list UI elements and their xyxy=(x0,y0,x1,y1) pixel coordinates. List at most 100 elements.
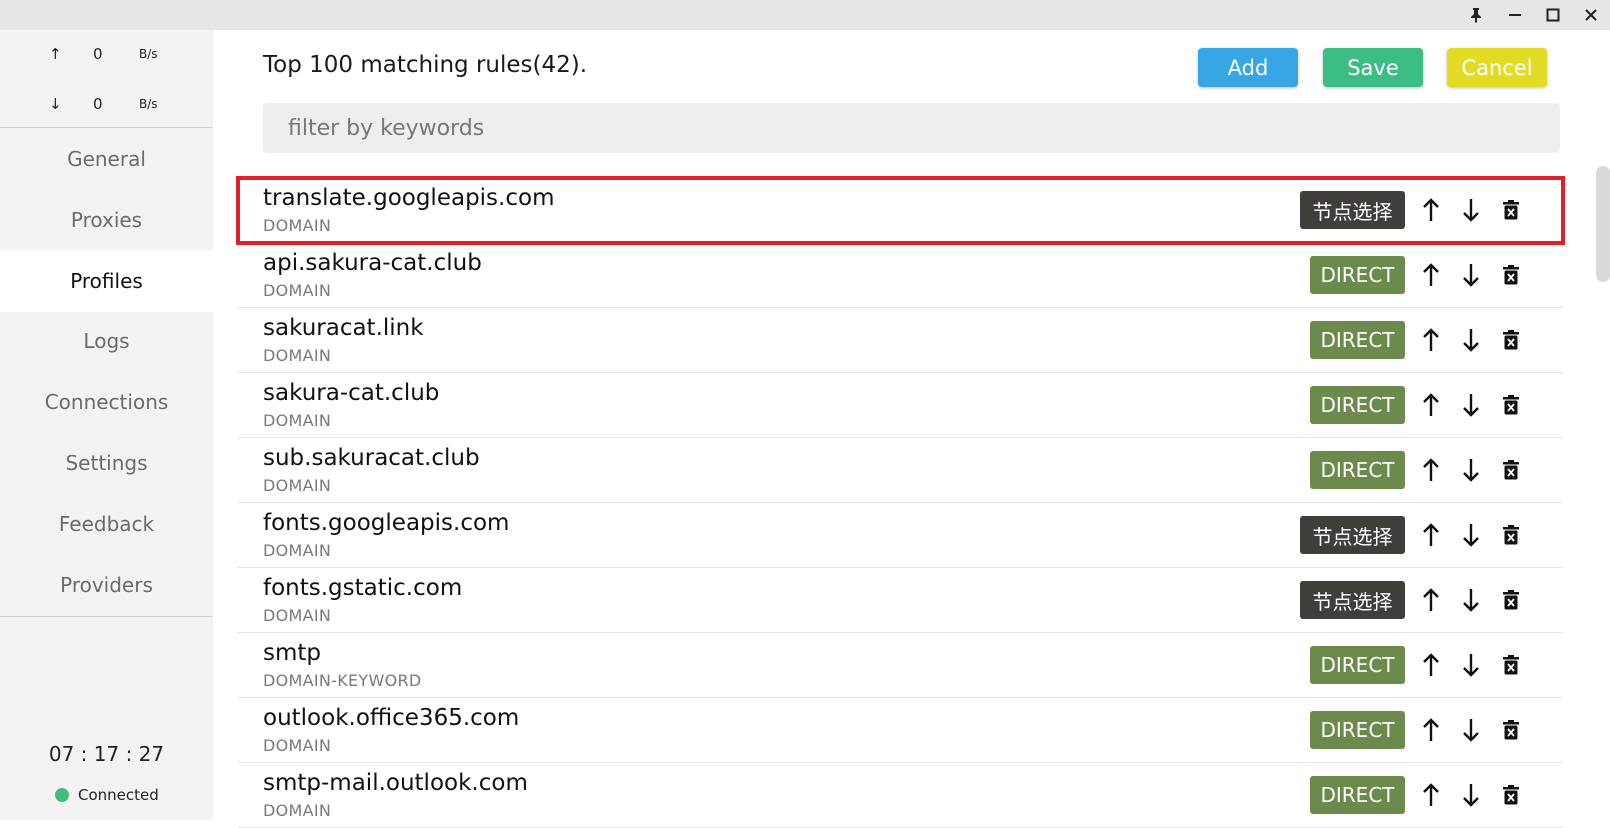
move-up-icon[interactable] xyxy=(1417,781,1445,809)
download-arrow-icon: ↓ xyxy=(49,95,62,113)
rule-payload: sakura-cat.club xyxy=(263,380,440,406)
sidebar-item-feedback[interactable]: Feedback xyxy=(0,493,213,555)
move-up-icon[interactable] xyxy=(1417,196,1445,224)
rule-policy-badge[interactable]: 节点选择 xyxy=(1300,581,1405,619)
delete-icon[interactable] xyxy=(1497,651,1525,679)
close-icon[interactable] xyxy=(1579,3,1603,27)
move-up-icon[interactable] xyxy=(1417,521,1445,549)
rule-payload: fonts.googleapis.com xyxy=(263,510,510,536)
delete-icon[interactable] xyxy=(1497,326,1525,354)
sidebar: ↑ 0 B/s ↓ 0 B/s General Proxies Profiles… xyxy=(0,30,213,820)
rule-type: DOMAIN xyxy=(263,801,332,820)
sidebar-item-proxies[interactable]: Proxies xyxy=(0,189,213,251)
sidebar-item-profiles[interactable]: Profiles xyxy=(0,250,213,312)
connection-status: Connected xyxy=(55,784,159,806)
delete-icon[interactable] xyxy=(1497,716,1525,744)
delete-icon[interactable] xyxy=(1497,261,1525,289)
move-up-icon[interactable] xyxy=(1417,456,1445,484)
rule-policy-badge[interactable]: DIRECT xyxy=(1310,776,1405,814)
rule-policy-badge[interactable]: DIRECT xyxy=(1310,451,1405,489)
rule-policy-badge[interactable]: 节点选择 xyxy=(1300,191,1405,229)
clock: 07 : 17 : 27 xyxy=(48,742,165,766)
rule-row[interactable]: smtp-mail.outlook.com DOMAIN DIRECT xyxy=(238,763,1563,828)
delete-icon[interactable] xyxy=(1497,391,1525,419)
sidebar-item-logs[interactable]: Logs xyxy=(0,310,213,372)
rule-payload: translate.googleapis.com xyxy=(263,185,555,211)
rule-policy-badge[interactable]: DIRECT xyxy=(1310,321,1405,359)
sidebar-item-settings[interactable]: Settings xyxy=(0,432,213,494)
rule-policy-badge[interactable]: DIRECT xyxy=(1310,386,1405,424)
status-dot-icon xyxy=(55,788,69,802)
save-button[interactable]: Save xyxy=(1323,48,1423,87)
sidebar-item-connections[interactable]: Connections xyxy=(0,371,213,433)
maximize-icon[interactable] xyxy=(1541,3,1565,27)
move-down-icon[interactable] xyxy=(1457,716,1485,744)
add-button[interactable]: Add xyxy=(1198,48,1298,87)
move-up-icon[interactable] xyxy=(1417,326,1445,354)
rule-row[interactable]: fonts.googleapis.com DOMAIN 节点选择 xyxy=(238,503,1563,568)
rule-type: DOMAIN-KEYWORD xyxy=(263,671,422,690)
move-up-icon[interactable] xyxy=(1417,586,1445,614)
delete-icon[interactable] xyxy=(1497,456,1525,484)
main-panel: Top 100 matching rules(42). Add Save Can… xyxy=(213,30,1610,828)
rule-payload: fonts.gstatic.com xyxy=(263,575,463,601)
rule-payload: smtp xyxy=(263,640,322,666)
rule-policy-badge[interactable]: 节点选择 xyxy=(1300,516,1405,554)
move-up-icon[interactable] xyxy=(1417,651,1445,679)
upload-unit: B/s xyxy=(139,47,158,61)
move-down-icon[interactable] xyxy=(1457,261,1485,289)
sidebar-item-general[interactable]: General xyxy=(0,128,213,190)
rule-type: DOMAIN xyxy=(263,606,332,625)
move-up-icon[interactable] xyxy=(1417,716,1445,744)
move-down-icon[interactable] xyxy=(1457,586,1485,614)
rule-type: DOMAIN xyxy=(263,411,332,430)
move-up-icon[interactable] xyxy=(1417,391,1445,419)
download-speed: ↓ 0 B/s xyxy=(0,95,213,115)
rule-type: DOMAIN xyxy=(263,476,332,495)
move-up-icon[interactable] xyxy=(1417,261,1445,289)
upload-speed: ↑ 0 B/s xyxy=(0,45,213,65)
rule-payload: outlook.office365.com xyxy=(263,705,520,731)
move-down-icon[interactable] xyxy=(1457,391,1485,419)
delete-icon[interactable] xyxy=(1497,781,1525,809)
delete-icon[interactable] xyxy=(1497,196,1525,224)
rule-policy-badge[interactable]: DIRECT xyxy=(1310,646,1405,684)
rule-payload: smtp-mail.outlook.com xyxy=(263,770,528,796)
pin-icon[interactable] xyxy=(1464,3,1488,27)
move-down-icon[interactable] xyxy=(1457,456,1485,484)
rule-row[interactable]: smtp DOMAIN-KEYWORD DIRECT xyxy=(238,633,1563,698)
move-down-icon[interactable] xyxy=(1457,651,1485,679)
sidebar-item-providers[interactable]: Providers xyxy=(0,554,213,616)
status-label: Connected xyxy=(78,786,159,804)
rule-policy-badge[interactable]: DIRECT xyxy=(1310,256,1405,294)
rule-policy-badge[interactable]: DIRECT xyxy=(1310,711,1405,749)
rule-type: DOMAIN xyxy=(263,346,332,365)
rule-payload: api.sakura-cat.club xyxy=(263,250,482,276)
delete-icon[interactable] xyxy=(1497,586,1525,614)
move-down-icon[interactable] xyxy=(1457,521,1485,549)
rule-row[interactable]: fonts.gstatic.com DOMAIN 节点选择 xyxy=(238,568,1563,633)
rule-row[interactable]: translate.googleapis.com DOMAIN 节点选择 xyxy=(236,176,1565,245)
rule-row[interactable]: api.sakura-cat.club DOMAIN DIRECT xyxy=(238,243,1563,308)
move-down-icon[interactable] xyxy=(1457,326,1485,354)
rule-payload: sakuracat.link xyxy=(263,315,424,341)
rule-row[interactable]: sakuracat.link DOMAIN DIRECT xyxy=(238,308,1563,373)
rule-payload: sub.sakuracat.club xyxy=(263,445,480,471)
search-input[interactable] xyxy=(263,103,1560,153)
rule-type: DOMAIN xyxy=(263,541,332,560)
rule-row[interactable]: sakura-cat.club DOMAIN DIRECT xyxy=(238,373,1563,438)
page-title: Top 100 matching rules(42). xyxy=(263,52,588,78)
rule-row[interactable]: outlook.office365.com DOMAIN DIRECT xyxy=(238,698,1563,763)
rule-row[interactable]: sub.sakuracat.club DOMAIN DIRECT xyxy=(238,438,1563,503)
rule-type: DOMAIN xyxy=(263,216,332,235)
sidebar-divider xyxy=(0,616,213,617)
download-unit: B/s xyxy=(139,97,158,111)
minimize-icon[interactable] xyxy=(1503,3,1527,27)
move-down-icon[interactable] xyxy=(1457,196,1485,224)
upload-arrow-icon: ↑ xyxy=(49,45,62,63)
delete-icon[interactable] xyxy=(1497,521,1525,549)
move-down-icon[interactable] xyxy=(1457,781,1485,809)
cancel-button[interactable]: Cancel xyxy=(1447,48,1547,87)
scrollbar[interactable] xyxy=(1596,166,1610,282)
title-bar xyxy=(0,0,1610,30)
